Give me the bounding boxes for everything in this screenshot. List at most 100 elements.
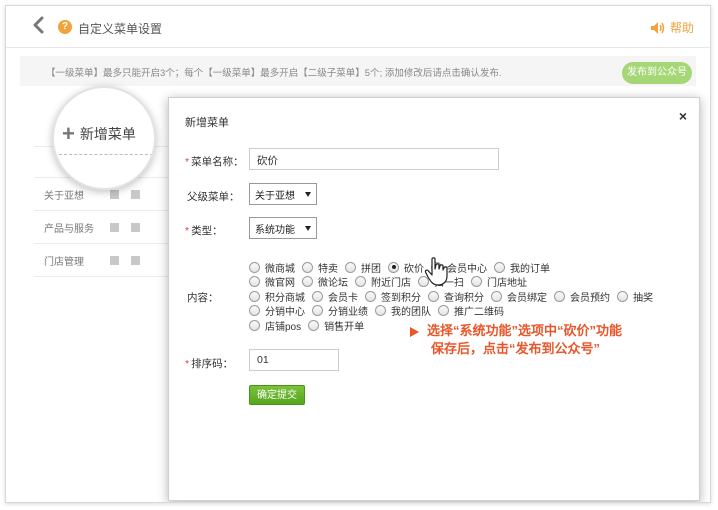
content-radio-option[interactable]: 会员卡: [312, 289, 358, 304]
close-icon[interactable]: ×: [679, 108, 687, 124]
radio-button[interactable]: [428, 290, 439, 302]
radio-label: 抽奖: [633, 292, 653, 304]
content-label: 内容：: [187, 292, 219, 304]
content-radio-option[interactable]: 推广二维码: [438, 303, 504, 318]
content-radio-option[interactable]: 签到积分: [365, 289, 421, 304]
radio-button[interactable]: [388, 261, 399, 273]
menu-row-label: 产品与服务: [44, 223, 94, 235]
divider: [54, 154, 154, 155]
edit-icon[interactable]: [110, 189, 119, 199]
radio-button[interactable]: [249, 319, 260, 331]
content-radio-option[interactable]: 积分商城: [249, 289, 305, 304]
radio-label: 特卖: [318, 263, 338, 275]
content-radio-option[interactable]: 会员绑定: [491, 289, 547, 304]
radio-button[interactable]: [312, 290, 323, 302]
radio-button[interactable]: [491, 290, 502, 302]
type-label: * 类型：: [185, 225, 223, 237]
sort-order-input[interactable]: 01: [249, 349, 339, 371]
content-radio-option[interactable]: 微论坛: [302, 274, 348, 289]
radio-label: 分销业绩: [328, 307, 368, 319]
radio-button[interactable]: [308, 319, 320, 331]
radio-row: 微商城 特卖 拼团 砍价 会员中心 我的订单: [249, 260, 550, 275]
radio-button[interactable]: [302, 276, 313, 288]
add-menu-button[interactable]: + 新增菜单: [62, 123, 136, 145]
hand-cursor-icon: [424, 257, 448, 286]
radio-label: 积分商城: [265, 292, 305, 304]
radio-label: 会员中心: [447, 263, 487, 275]
radio-button[interactable]: [345, 261, 356, 273]
menu-name-input[interactable]: 砍价: [249, 148, 499, 170]
radio-row: 积分商城 会员卡 签到积分 查询积分 会员绑定 会员预约 抽奖: [249, 289, 653, 304]
publish-button[interactable]: 发布到公众号: [622, 62, 692, 84]
radio-label: 微官网: [265, 278, 295, 290]
radio-row: 分销中心 分销业绩 我的团队 推广二维码: [249, 303, 549, 318]
delete-icon[interactable]: [131, 255, 140, 265]
radio-button[interactable]: [249, 261, 260, 273]
radio-row: 微官网 微论坛 附近门店 扫一扫 门店地址: [249, 274, 549, 289]
radio-button[interactable]: [249, 305, 260, 317]
notice-bar: 【一级菜单】最多只能开启3个；每个【一级菜单】最多开启【二级子菜单】5个; 添加…: [20, 56, 696, 86]
radio-button[interactable]: [312, 305, 323, 317]
menu-row[interactable]: 产品与服务: [34, 211, 174, 244]
content-radio-option[interactable]: 微商城: [249, 260, 295, 275]
content-radio-option[interactable]: 砍价: [388, 260, 424, 275]
sort-label: * 排序码：: [185, 358, 234, 370]
back-icon[interactable]: [30, 16, 48, 34]
question-icon: ?: [58, 20, 72, 34]
radio-label: 会员预约: [570, 292, 610, 304]
speaker-icon: [650, 21, 665, 34]
page-header: ? 自定义菜单设置 帮助: [6, 6, 710, 48]
content-radio-option[interactable]: 销售开单: [308, 318, 364, 333]
radio-label: 店铺pos: [265, 321, 302, 333]
radio-label: 会员绑定: [507, 292, 547, 304]
radio-label: 附近门店: [371, 278, 411, 290]
radio-label: 微论坛: [318, 278, 348, 290]
parent-menu-select[interactable]: 关于亚想: [249, 183, 317, 205]
edit-icon[interactable]: [110, 222, 119, 232]
radio-button[interactable]: [438, 305, 449, 317]
radio-label: 查询积分: [444, 292, 484, 304]
help-label: 帮助: [669, 21, 694, 35]
menu-row[interactable]: 门店管理: [34, 244, 174, 277]
arrow-icon: [410, 326, 419, 337]
content-radio-option[interactable]: 微官网: [249, 274, 295, 289]
radio-button[interactable]: [302, 261, 313, 273]
content-radio-option[interactable]: 抽奖: [617, 289, 653, 304]
content-radio-option[interactable]: 分销业绩: [312, 303, 368, 318]
instruction-line-2: 保存后，点击“发布到公众号”: [431, 341, 601, 356]
radio-button[interactable]: [249, 276, 260, 288]
content-radio-option[interactable]: 门店地址: [471, 274, 527, 289]
help-button[interactable]: 帮助: [650, 19, 694, 36]
delete-icon[interactable]: [131, 189, 140, 199]
content-radio-option[interactable]: 我的订单: [494, 260, 550, 275]
content-radio-option[interactable]: 查询积分: [428, 289, 484, 304]
instruction-line-1: 选择“系统功能”选项中“砍价”功能: [427, 323, 623, 338]
content-radio-option[interactable]: 拼团: [345, 260, 381, 275]
radio-button[interactable]: [471, 276, 482, 288]
radio-label: 会员卡: [328, 292, 358, 304]
submit-button[interactable]: 确定提交: [249, 385, 305, 405]
content-radio-option[interactable]: 附近门店: [355, 274, 411, 289]
radio-button[interactable]: [249, 290, 260, 302]
radio-label: 砍价: [404, 263, 424, 275]
radio-button[interactable]: [375, 305, 386, 317]
content-radio-option[interactable]: 店铺pos: [249, 318, 301, 333]
type-select[interactable]: 系统功能: [249, 217, 317, 239]
content-radio-option[interactable]: 会员预约: [554, 289, 610, 304]
radio-button[interactable]: [617, 290, 628, 302]
radio-button[interactable]: [494, 261, 505, 273]
type-value: 系统功能: [255, 224, 295, 236]
parent-label: 父级菜单：: [187, 191, 240, 203]
radio-button[interactable]: [554, 290, 565, 302]
notice-text: 【一级菜单】最多只能开启3个；每个【一级菜单】最多开启【二级子菜单】5个; 添加…: [46, 68, 502, 79]
edit-icon[interactable]: [110, 255, 119, 265]
radio-button[interactable]: [355, 276, 366, 288]
content-radio-option[interactable]: 特卖: [302, 260, 338, 275]
content-radio-option[interactable]: 分销中心: [249, 303, 305, 318]
content-radio-option[interactable]: 我的团队: [375, 303, 431, 318]
radio-label: 签到积分: [381, 292, 421, 304]
dialog-title: 新增菜单: [185, 117, 229, 129]
radio-label: 销售开单: [324, 321, 365, 333]
radio-button[interactable]: [365, 290, 376, 302]
delete-icon[interactable]: [131, 222, 140, 232]
